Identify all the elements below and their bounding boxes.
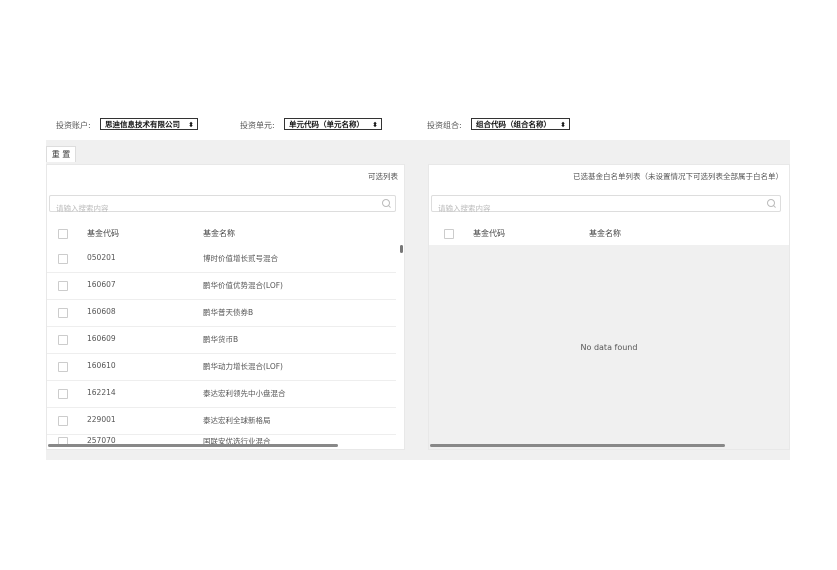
fund-name: 鹏华普天债券B: [203, 308, 254, 317]
select-arrow-icon: ⬍: [560, 121, 566, 129]
fund-code: 160610: [87, 361, 116, 370]
portfolio-select[interactable]: 组合代码（组合名称） ⬍: [471, 118, 570, 130]
portfolio-select-value: 组合代码（组合名称）: [476, 120, 551, 129]
whitelist-search-input[interactable]: [436, 200, 754, 217]
available-list-title: 可选列表: [368, 172, 398, 181]
fund-code: 160608: [87, 307, 116, 316]
unit-select-value: 单元代码（单元名称）: [289, 120, 364, 129]
vertical-scrollbar[interactable]: [400, 245, 403, 253]
fund-name: 鹏华货币B: [203, 335, 239, 344]
table-row[interactable]: 229001 泰达宏利全球新格局: [47, 407, 396, 435]
account-select-value: 思迪信息技术有限公司: [105, 120, 180, 129]
table-row[interactable]: 162214 泰达宏利领先中小盘混合: [47, 380, 396, 408]
fund-code: 229001: [87, 415, 116, 424]
horizontal-scrollbar[interactable]: [430, 444, 725, 447]
horizontal-scrollbar[interactable]: [48, 444, 338, 447]
available-search-input[interactable]: [54, 200, 369, 217]
fund-code: 162214: [87, 388, 116, 397]
row-checkbox[interactable]: [58, 389, 68, 399]
whitelist-title: 已选基金白名单列表（未设置情况下可选列表全部属于白名单）: [573, 172, 783, 181]
whitelist-search-box[interactable]: [431, 195, 781, 217]
table-row[interactable]: 160607 鹏华价值优势混合(LOF): [47, 272, 396, 300]
column-header-code: 基金代码: [473, 229, 505, 238]
account-select[interactable]: 思迪信息技术有限公司 ⬍: [100, 118, 198, 130]
row-checkbox[interactable]: [58, 362, 68, 372]
fund-name: 鹏华价值优势混合(LOF): [203, 281, 283, 290]
table-row[interactable]: 050201 博时价值增长贰号混合: [47, 245, 396, 273]
search-icon[interactable]: [767, 199, 775, 207]
available-table-header: 基金代码 基金名称: [47, 221, 404, 245]
row-checkbox[interactable]: [58, 308, 68, 318]
unit-label: 投资单元:: [240, 121, 275, 130]
fund-name: 博时价值增长贰号混合: [203, 254, 278, 263]
column-header-name: 基金名称: [589, 229, 621, 238]
row-checkbox[interactable]: [58, 416, 68, 426]
row-checkbox[interactable]: [58, 335, 68, 345]
search-icon[interactable]: [382, 199, 390, 207]
whitelist-frame: 投资账户: 思迪信息技术有限公司 ⬍ 投资单元: 单元代码（单元名称） ⬍ 投资…: [46, 112, 790, 460]
select-all-checkbox[interactable]: [58, 229, 68, 239]
filter-bar: 投资账户: 思迪信息技术有限公司 ⬍ 投资单元: 单元代码（单元名称） ⬍ 投资…: [46, 112, 790, 140]
fund-code: 050201: [87, 253, 116, 262]
account-label: 投资账户:: [56, 121, 91, 130]
select-arrow-icon: ⬍: [372, 121, 378, 129]
table-row[interactable]: 160610 鹏华动力增长混合(LOF): [47, 353, 396, 381]
column-header-name: 基金名称: [203, 229, 235, 238]
fund-code: 160607: [87, 280, 116, 289]
row-checkbox[interactable]: [58, 254, 68, 264]
available-search-box[interactable]: [49, 195, 396, 217]
fund-name: 泰达宏利领先中小盘混合: [203, 389, 286, 398]
fund-code: 160609: [87, 334, 116, 343]
unit-select[interactable]: 单元代码（单元名称） ⬍: [284, 118, 382, 130]
select-arrow-icon: ⬍: [188, 121, 194, 129]
table-row[interactable]: 160609 鹏华货币B: [47, 326, 396, 354]
available-list-panel: 可选列表 基金代码 基金名称 050201 博时价值增长贰号混合 160607 …: [46, 164, 405, 450]
fund-name: 泰达宏利全球新格局: [203, 416, 271, 425]
reset-button[interactable]: 重 置: [46, 146, 76, 162]
empty-message: No data found: [580, 343, 638, 352]
table-row[interactable]: 160608 鹏华普天债券B: [47, 299, 396, 327]
row-checkbox[interactable]: [58, 281, 68, 291]
select-all-checkbox[interactable]: [444, 229, 454, 239]
whitelist-table-header: 基金代码 基金名称: [429, 221, 789, 245]
column-header-code: 基金代码: [87, 229, 119, 238]
whitelist-panel: 已选基金白名单列表（未设置情况下可选列表全部属于白名单） 基金代码 基金名称 N…: [428, 164, 790, 450]
portfolio-label: 投资组合:: [427, 121, 462, 130]
fund-name: 鹏华动力增长混合(LOF): [203, 362, 283, 371]
